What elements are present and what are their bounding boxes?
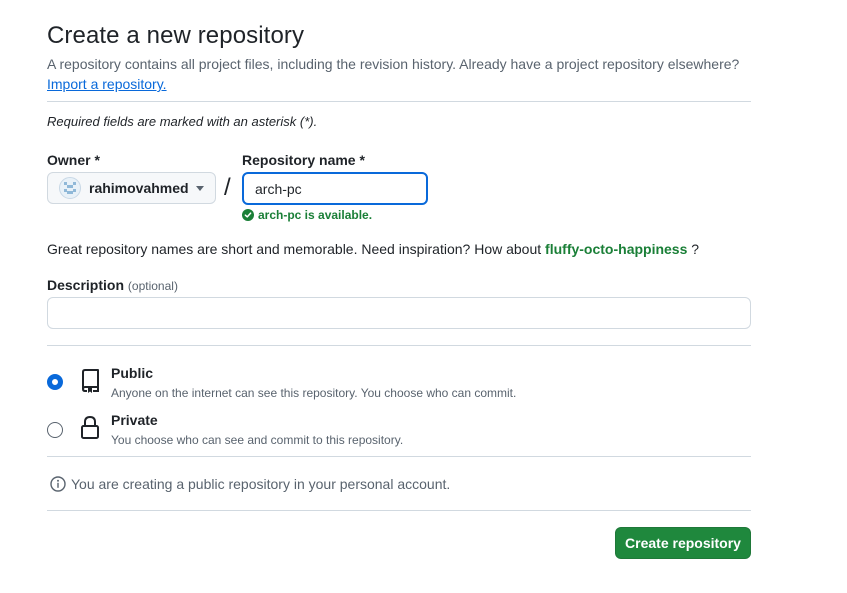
check-circle-icon [242,209,254,221]
availability-text: arch-pc is available. [258,208,373,222]
repository-name-label: Repository name * [242,152,365,168]
divider [47,456,751,457]
private-radio[interactable] [47,422,63,438]
info-icon [50,476,66,492]
lock-icon [79,415,101,439]
info-text: You are creating a public repository in … [71,476,451,492]
public-description: Anyone on the internet can see this repo… [111,386,517,400]
description-input[interactable] [47,297,751,329]
description-label-text: Description [47,277,125,293]
optional-hint: (optional) [127,279,178,293]
owner-name: rahimovahmed [89,180,189,196]
name-inspiration: Great repository names are short and mem… [47,240,699,258]
private-title: Private [111,412,158,428]
visibility-option-private[interactable]: Private You choose who can see and commi… [47,411,751,447]
chevron-down-icon [196,186,204,191]
inspiration-text: Great repository names are short and mem… [47,241,542,257]
owner-dropdown[interactable]: rahimovahmed [47,172,216,204]
divider [47,510,751,511]
page-subtitle: A repository contains all project files,… [47,56,740,72]
private-description: You choose who can see and commit to thi… [111,433,404,447]
public-title: Public [111,365,154,381]
create-repository-button[interactable]: Create repository [615,527,751,559]
availability-status: arch-pc is available. [242,208,372,222]
description-label: Description (optional) [47,276,178,295]
suggested-name-link[interactable]: fluffy-octo-happiness [545,241,687,257]
avatar [59,177,81,199]
divider [47,345,751,346]
repository-name-input[interactable] [242,172,428,205]
import-repository-link[interactable]: Import a repository. [47,75,167,93]
repo-icon [79,369,101,393]
info-message: You are creating a public repository in … [50,476,450,492]
public-radio[interactable] [47,374,63,390]
inspiration-suffix: ? [691,241,700,257]
owner-repo-separator: / [224,174,231,201]
divider [47,101,751,102]
owner-label: Owner * [47,152,100,168]
visibility-option-public[interactable]: Public Anyone on the internet can see th… [47,364,751,400]
page-title: Create a new repository [47,22,305,49]
required-fields-note: Required fields are marked with an aster… [47,114,318,129]
